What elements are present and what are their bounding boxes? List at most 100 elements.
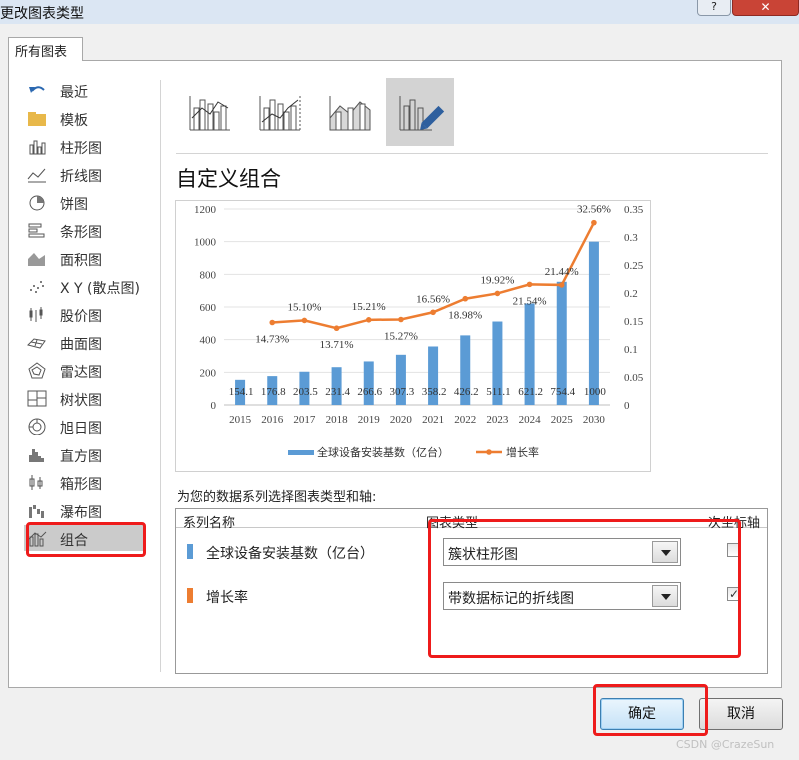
subtype-custom-combination[interactable] <box>386 78 454 146</box>
scatter-chart-icon <box>26 277 48 295</box>
stacked-area-column-icon <box>329 96 371 131</box>
sidebar-item-pie-chart[interactable]: 饼图 <box>24 189 144 215</box>
histogram-chart-icon <box>26 445 48 463</box>
sidebar-item-label: 条形图 <box>60 225 102 241</box>
surface-chart-icon <box>26 333 48 351</box>
sidebar-item-column-chart[interactable]: 柱形图 <box>24 133 144 159</box>
sidebar-item-surface-chart[interactable]: 曲面图 <box>24 329 144 355</box>
combo-chart: 0 200 400 600 800 1000 1200 0 0.05 0.1 0.15 0.2 0.25… <box>194 204 644 459</box>
area-chart-icon <box>26 249 48 267</box>
line-data-label: 15.10% <box>287 301 321 313</box>
sidebar-item-treemap-chart[interactable]: 树状图 <box>24 385 144 411</box>
x-tick-label: 2017 <box>293 414 316 426</box>
line-marker <box>398 316 404 323</box>
series-assign-label: 为您的数据系列选择图表类型和轴: <box>177 490 377 505</box>
y-tick-label: 800 <box>200 269 217 281</box>
bar-data-label: 1000 <box>584 386 607 398</box>
sidebar-item-label: 组合 <box>60 533 88 549</box>
chart-preview: 0 200 400 600 800 1000 1200 0 0.05 0.1 0.15 0.2 0.25… <box>175 200 651 472</box>
line-chart-icon <box>26 165 48 183</box>
subtype-stacked-area-column[interactable] <box>316 78 384 146</box>
y-tick-label: 0 <box>211 400 217 412</box>
sidebar-item-area-chart[interactable]: 面积图 <box>24 245 144 271</box>
chart-type-dropdown[interactable]: 带数据标记的折线图 <box>443 582 681 610</box>
sunburst-chart-icon <box>26 417 48 436</box>
sidebar-item-label: 柱形图 <box>60 141 102 157</box>
series-color-swatch <box>187 544 193 559</box>
secondary-axis-checkbox[interactable]: ✓ <box>727 587 741 601</box>
secondary-axis-checkbox[interactable] <box>727 543 741 557</box>
line-marker <box>365 317 372 323</box>
clustered-column-line-icon <box>189 96 230 131</box>
subtype-clustered-column-line-secondary[interactable] <box>246 78 314 146</box>
line-data-label: 15.21% <box>352 301 386 313</box>
series-color-swatch <box>187 588 193 603</box>
line-data-label: 18.98% <box>448 310 482 322</box>
y-tick-label: 400 <box>200 335 217 347</box>
sidebar-item-sunburst-chart[interactable]: 旭日图 <box>24 413 144 439</box>
series-row-growth-rate: 增长率 带数据标记的折线图 ✓ <box>176 577 767 617</box>
sidebar-item-undo-arrow[interactable]: 最近 <box>24 77 144 103</box>
sidebar-item-label: 饼图 <box>60 197 88 213</box>
line-data-label: 13.71% <box>320 339 354 351</box>
window-title: 更改图表类型 <box>0 6 84 22</box>
chart-type-value: 簇状柱形图 <box>448 547 518 563</box>
sidebar-item-box-whisker-chart[interactable]: 箱形图 <box>24 469 144 495</box>
legend-marker <box>486 449 492 455</box>
sidebar-item-label: 曲面图 <box>60 337 102 353</box>
line-data-label: 19.92% <box>480 274 514 286</box>
chevron-down-icon[interactable] <box>652 585 678 607</box>
y2-tick-label: 0.05 <box>624 372 644 384</box>
tab-all-charts[interactable]: 所有图表 <box>8 37 83 61</box>
bar-data-label: 621.2 <box>518 386 543 398</box>
sidebar-item-histogram-chart[interactable]: 直方图 <box>24 441 144 467</box>
sidebar-item-stock-chart[interactable]: 股价图 <box>24 301 144 327</box>
treemap-chart-icon <box>26 389 48 407</box>
x-tick-label: 2016 <box>261 414 284 426</box>
x-tick-label: 2015 <box>229 414 252 426</box>
column-chart-icon <box>26 137 48 155</box>
y-tick-label: 600 <box>200 302 217 314</box>
sidebar-item-label: X Y (散点图) <box>60 281 140 297</box>
box-whisker-chart-icon <box>26 473 48 491</box>
line-marker <box>333 325 340 332</box>
chart-type-dropdown[interactable]: 簇状柱形图 <box>443 538 681 566</box>
series-grid-header: 系列名称 图表类型 次坐标轴 <box>176 509 767 531</box>
subtype-divider <box>176 153 768 154</box>
sidebar-item-waterfall-chart[interactable]: 瀑布图 <box>24 497 144 523</box>
clustered-column-line-secondary-icon <box>259 96 301 131</box>
sidebar-divider <box>160 80 161 672</box>
bar-data-label: 754.4 <box>550 386 575 398</box>
sidebar-item-combo-chart[interactable]: 组合 <box>24 525 144 551</box>
line-data-label: 21.44% <box>545 266 579 278</box>
sidebar-item-folder[interactable]: 模板 <box>24 105 144 131</box>
help-button[interactable]: ? <box>697 0 731 16</box>
y2-tick-label: 0.15 <box>624 316 644 328</box>
sidebar-item-radar-chart[interactable]: 雷达图 <box>24 357 144 383</box>
bar-data-label: 203.5 <box>293 386 318 398</box>
chevron-down-icon[interactable] <box>652 541 678 563</box>
subtype-clustered-column-line[interactable] <box>176 78 244 146</box>
close-button[interactable]: ✕ <box>732 0 799 16</box>
sidebar-item-label: 旭日图 <box>60 421 102 437</box>
sidebar-item-line-chart[interactable]: 折线图 <box>24 161 144 187</box>
sidebar-item-label: 股价图 <box>60 309 102 325</box>
sidebar-item-label: 雷达图 <box>60 365 102 381</box>
line-data-label: 32.56% <box>577 204 611 216</box>
sidebar-item-bar-chart[interactable]: 条形图 <box>24 217 144 243</box>
ok-button[interactable]: 确定 <box>600 698 684 730</box>
bar-chart-icon <box>26 221 48 239</box>
page-title: 自定义组合 <box>176 167 281 191</box>
sidebar-item-label: 折线图 <box>60 169 102 185</box>
x-tick-label: 2030 <box>583 414 606 426</box>
line-data-label: 15.27% <box>384 330 418 342</box>
cancel-button[interactable]: 取消 <box>699 698 783 730</box>
bar-data-label: 176.8 <box>261 386 286 398</box>
sidebar-item-label: 树状图 <box>60 393 102 409</box>
waterfall-chart-icon <box>26 501 48 519</box>
radar-chart-icon <box>26 361 48 379</box>
y2-tick-label: 0.1 <box>624 344 638 356</box>
x-tick-label: 2020 <box>390 414 413 426</box>
sidebar-item-scatter-chart[interactable]: X Y (散点图) <box>24 273 144 299</box>
y2-tick-label: 0.3 <box>624 232 638 244</box>
